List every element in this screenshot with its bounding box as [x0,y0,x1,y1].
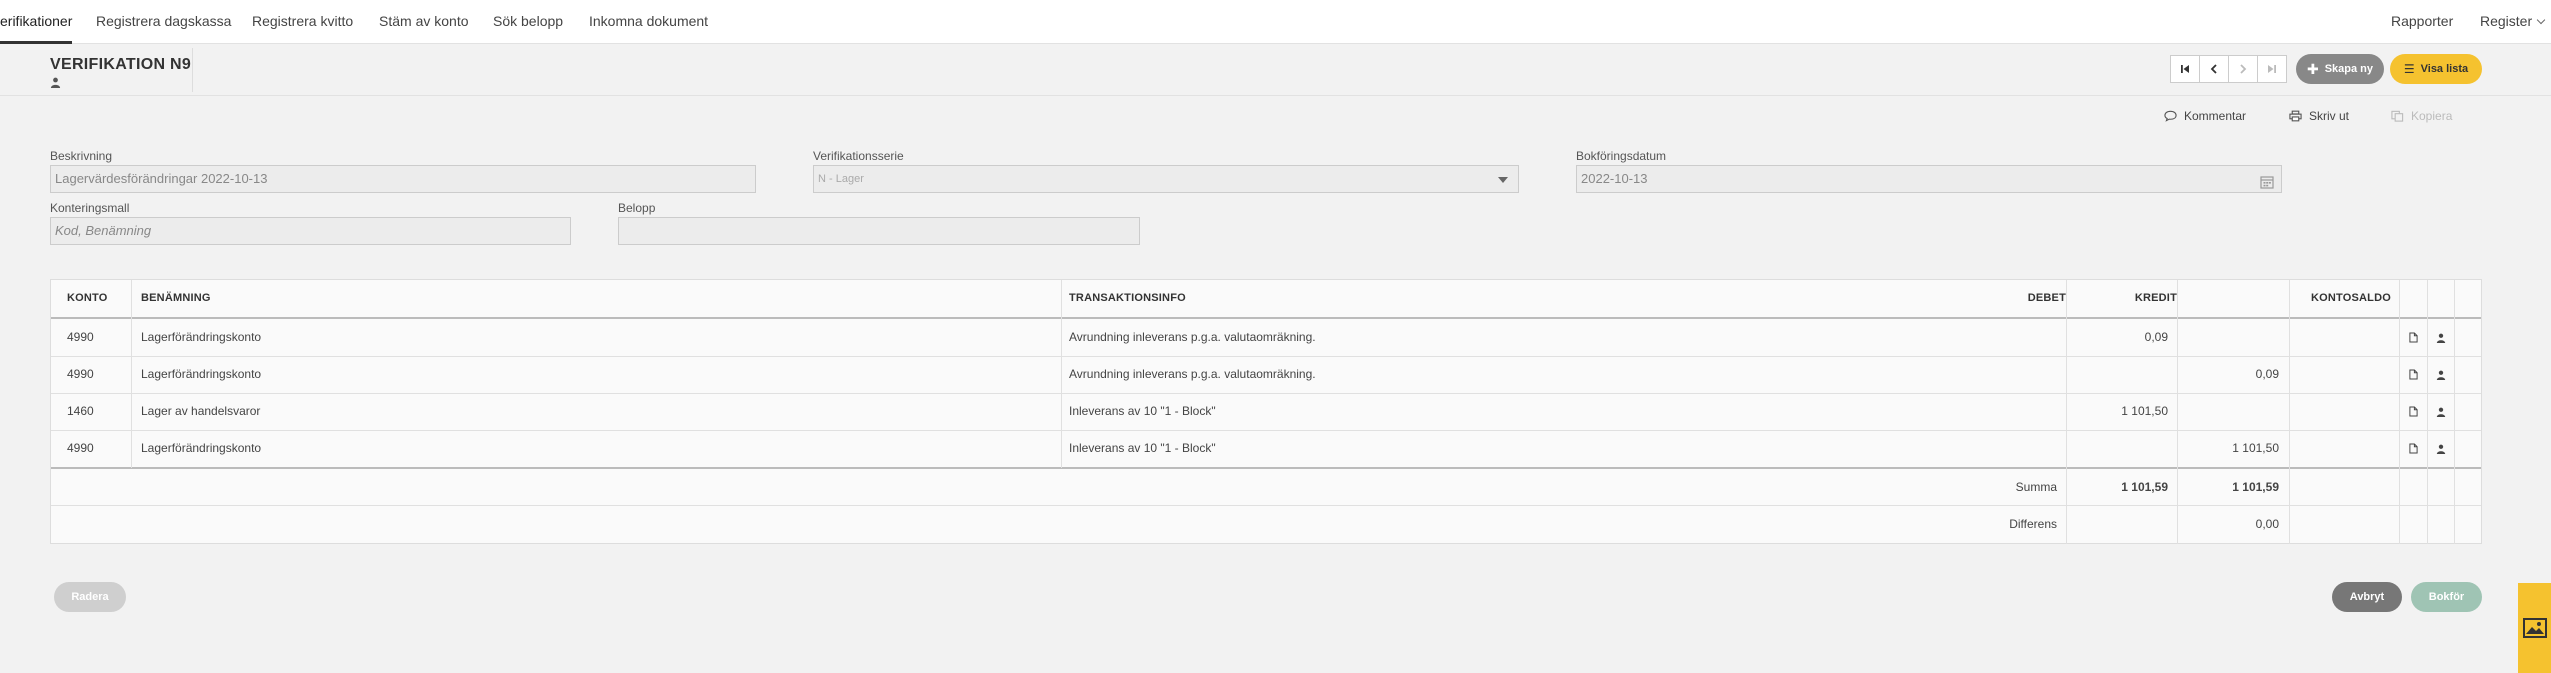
cell-info[interactable]: Avrundning inleverans p.g.a. valutaomräk… [1069,356,1316,393]
delete-button[interactable]: Radera [54,582,126,612]
user-icon [50,76,61,91]
sum-label: Summa [2015,480,2057,494]
chevron-left-icon [2210,64,2217,74]
nav-register-label: Register [2480,13,2533,29]
tab-stam-av-konto[interactable]: Stäm av konto [379,0,469,44]
header-divider [192,48,193,92]
page-header: VERIFIKATION N9 ✚ Skapa ny ☰ Visa lista [0,44,2551,96]
tab-sok-belopp[interactable]: Sök belopp [493,0,563,44]
caret-down-icon [1498,177,1508,183]
book-button[interactable]: Bokför [2411,582,2482,612]
calendar-icon[interactable] [2260,172,2274,192]
cell-account[interactable]: 1460 [67,393,94,430]
cancel-button[interactable]: Avbryt [2332,582,2402,612]
date-input[interactable]: 2022-10-13 [1576,165,2282,193]
copy-icon [2391,110,2404,122]
document-icon[interactable] [2400,430,2427,467]
user-icon[interactable] [2428,356,2454,393]
cell-debit[interactable]: 0,09 [2067,319,2168,356]
cell-name[interactable]: Lagerförändringskonto [141,356,261,393]
cell-name[interactable]: Lagerförändringskonto [141,319,261,356]
cell-name[interactable]: Lager av handelsvaror [141,393,260,430]
column-divider [2454,280,2455,544]
nav-register[interactable]: Register [2480,0,2546,44]
next-record-button[interactable] [2228,55,2258,83]
header-name[interactable]: BENÄMNING [141,280,211,317]
create-new-label: Skapa ny [2324,63,2374,75]
cell-credit[interactable] [2178,319,2279,356]
cell-info[interactable]: Inleverans av 10 "1 - Block" [1069,393,1216,430]
cell-name[interactable]: Lagerförändringskonto [141,430,261,467]
cell-debit[interactable]: 1 101,50 [2067,393,2168,430]
description-input[interactable]: Lagervärdesförändringar 2022-10-13 [50,165,756,193]
first-record-button[interactable] [2170,55,2200,83]
sum-credit: 1 101,59 [2232,480,2279,494]
nav-rapporter[interactable]: Rapporter [2391,0,2453,44]
cell-debit[interactable] [2067,356,2168,393]
cell-account[interactable]: 4990 [67,430,94,467]
user-icon[interactable] [2428,393,2454,430]
template-label: Konteringsmall [50,201,130,215]
cell-credit[interactable] [2178,393,2279,430]
top-navigation: erifikationer Registrera dagskassa Regis… [0,0,2551,44]
cell-debit[interactable] [2067,430,2168,467]
print-button[interactable]: Skriv ut [2289,109,2349,123]
comment-icon [2164,110,2177,122]
image-icon [2522,618,2547,638]
document-icon[interactable] [2400,319,2427,356]
description-label: Beskrivning [50,149,113,163]
first-icon [2181,65,2189,73]
sum-debit: 1 101,59 [2121,480,2168,494]
copy-label: Kopiera [2411,109,2453,123]
print-label: Skriv ut [2309,109,2350,123]
column-divider [2289,280,2290,544]
series-value: N - Lager [818,173,864,185]
user-icon[interactable] [2428,319,2454,356]
series-select[interactable]: N - Lager [813,165,1519,193]
image-widget-button[interactable] [2518,583,2551,673]
document-icon[interactable] [2400,356,2427,393]
cell-credit[interactable]: 0,09 [2178,356,2279,393]
chevron-down-icon [2536,15,2546,25]
column-divider [131,280,132,468]
amount-input[interactable] [618,217,1140,245]
document-icon[interactable] [2400,393,2427,430]
diff-label: Differens [2009,517,2057,531]
header-account[interactable]: KONTO [67,280,108,317]
cell-credit[interactable]: 1 101,50 [2178,430,2279,467]
previous-record-button[interactable] [2199,55,2229,83]
plus-icon: ✚ [2306,61,2319,77]
tab-inkomna-dokument[interactable]: Inkomna dokument [589,0,708,44]
chevron-right-icon [2240,64,2247,74]
amount-label: Belopp [618,201,656,215]
tab-registrera-dagskassa[interactable]: Registrera dagskassa [96,0,231,44]
user-icon[interactable] [2428,430,2454,467]
diff-credit: 0,00 [2255,517,2279,531]
series-label: Verifikationsserie [813,149,904,163]
header-info[interactable]: TRANSAKTIONSINFO [1069,280,1186,317]
copy-button[interactable]: Kopiera [2391,109,2452,123]
date-value: 2022-10-13 [1581,171,1648,186]
tab-verifikationer[interactable]: erifikationer [0,0,73,44]
cell-info[interactable]: Avrundning inleverans p.g.a. valutaomräk… [1069,319,1316,356]
printer-icon [2289,110,2302,122]
comment-button[interactable]: Kommentar [2164,109,2246,123]
cell-info[interactable]: Inleverans av 10 "1 - Block" [1069,430,1216,467]
last-record-button[interactable] [2257,55,2287,83]
date-label: Bokföringsdatum [1576,149,1667,163]
last-icon [2268,65,2276,73]
list-icon: ☰ [2403,62,2415,76]
column-divider [1061,280,1062,468]
create-new-button[interactable]: ✚ Skapa ny [2296,54,2384,84]
show-list-button[interactable]: ☰ Visa lista [2390,54,2482,84]
tab-registrera-kvitto[interactable]: Registrera kvitto [252,0,353,44]
template-input[interactable]: Kod, Benämning [50,217,571,245]
transactions-table: KONTO BENÄMNING TRANSAKTIONSINFO DEBET K… [50,279,2482,544]
cell-account[interactable]: 4990 [67,319,94,356]
show-list-label: Visa lista [2420,63,2469,75]
comment-label: Kommentar [2184,109,2247,123]
page-title: VERIFIKATION N9 [50,56,192,73]
cell-account[interactable]: 4990 [67,356,94,393]
